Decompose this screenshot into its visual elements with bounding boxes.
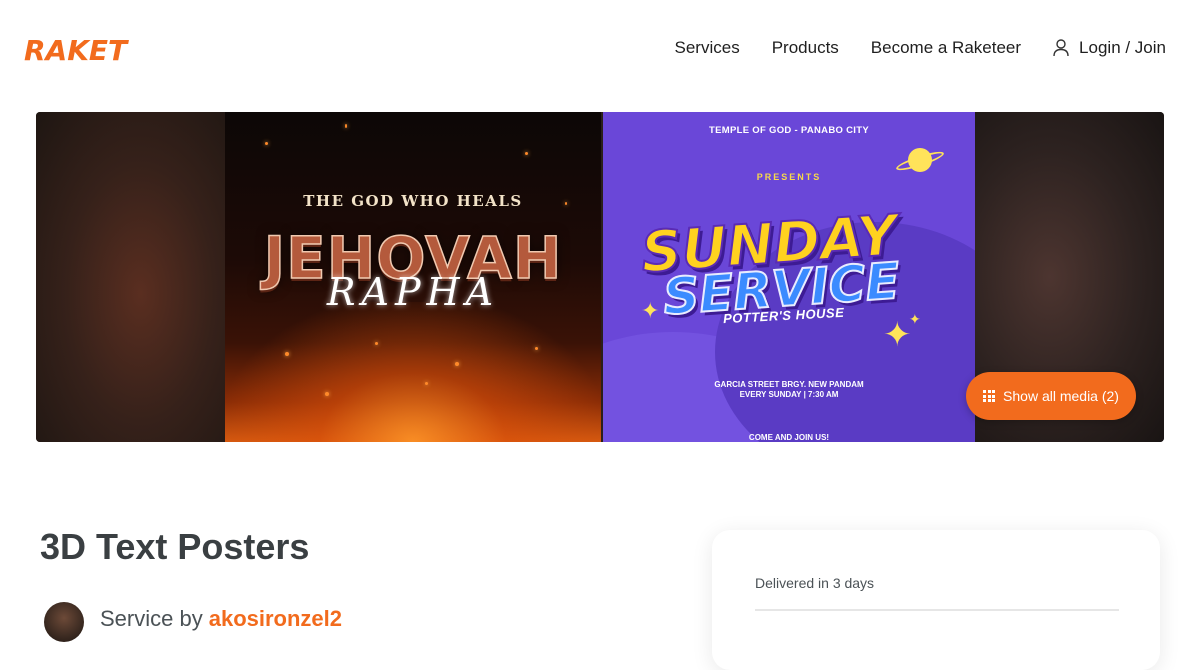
sparkle-icon: ✦ [641, 298, 660, 323]
raket-logo[interactable]: RAKET [24, 34, 127, 67]
service-by: Service by akosironzel2 [100, 606, 342, 632]
ember [345, 124, 347, 128]
order-card: Delivered in 3 days [712, 530, 1160, 670]
ember [455, 362, 459, 366]
site-header: RAKET Services Products Become a Raketee… [0, 0, 1200, 98]
sparkle-icon: ✦ [909, 311, 921, 327]
nav-become-raketeer[interactable]: Become a Raketeer [871, 38, 1021, 58]
nav-services[interactable]: Services [675, 38, 740, 58]
card-divider [755, 609, 1119, 611]
login-join-link[interactable]: Login / Join [1053, 38, 1166, 58]
ember [525, 152, 528, 155]
show-all-media-button[interactable]: Show all media (2) [966, 372, 1136, 420]
fire-glow [225, 302, 601, 442]
poster1-script: RAPHA [326, 270, 500, 314]
main-nav: Services Products Become a Raketeer Logi… [675, 38, 1166, 58]
poster2-top: TEMPLE OF GOD - PANABO CITY [709, 125, 869, 136]
service-by-prefix: Service by [100, 606, 203, 631]
ember [325, 392, 329, 396]
poster-sunday-service[interactable]: TEMPLE OF GOD - PANABO CITY PRESENTS SUN… [603, 112, 975, 442]
nav-products[interactable]: Products [772, 38, 839, 58]
gallery-blur-left [36, 112, 226, 442]
planet-icon [908, 148, 932, 172]
ember [425, 382, 428, 385]
grid-icon [983, 390, 996, 402]
seller-avatar[interactable] [44, 602, 84, 642]
ember [265, 142, 268, 145]
poster1-tagline: THE GOD WHO HEALS [303, 192, 523, 210]
poster2-address: GARCIA STREET BRGY. NEW PANDAM EVERY SUN… [603, 380, 975, 400]
user-icon [1053, 39, 1069, 57]
media-gallery[interactable]: THE GOD WHO HEALS JEHOVAH RAPHA TEMPLE O… [36, 112, 1164, 442]
poster2-presents: PRESENTS [756, 172, 822, 182]
ember [535, 347, 538, 350]
poster2-address-line2: EVERY SUNDAY | 7:30 AM [739, 390, 839, 399]
login-join-label: Login / Join [1079, 38, 1166, 57]
sparkle-icon: ✦ [883, 316, 912, 354]
poster-jehovah-rapha[interactable]: THE GOD WHO HEALS JEHOVAH RAPHA [225, 112, 601, 442]
ember [285, 352, 289, 356]
ember [375, 342, 378, 345]
show-all-media-label: Show all media (2) [1003, 388, 1119, 404]
poster2-join: COME AND JOIN US! [748, 433, 830, 442]
service-title: 3D Text Posters [40, 526, 310, 567]
delivery-time: Delivered in 3 days [755, 575, 875, 591]
poster2-address-line1: GARCIA STREET BRGY. NEW PANDAM [714, 380, 864, 389]
seller-link[interactable]: akosironzel2 [209, 606, 342, 631]
